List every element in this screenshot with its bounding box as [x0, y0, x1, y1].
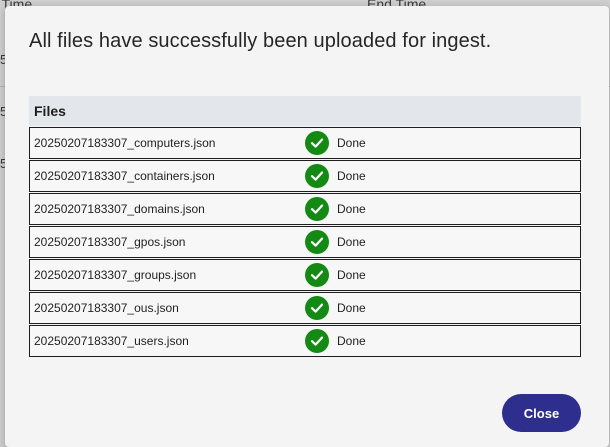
status-text: Done: [337, 235, 366, 249]
check-circle-icon: [305, 197, 329, 221]
file-name: 20250207183307_gpos.json: [34, 235, 186, 249]
status-text: Done: [337, 301, 366, 315]
table-header: Files: [29, 96, 581, 126]
file-name: 20250207183307_users.json: [34, 334, 189, 348]
file-name: 20250207183307_domains.json: [34, 202, 205, 216]
file-row: 20250207183307_ous.json Done: [29, 292, 581, 324]
check-circle-icon: [305, 131, 329, 155]
file-list: 20250207183307_computers.json Done 2025020…: [29, 127, 581, 357]
files-table: Files 20250207183307_computers.json Done 2…: [29, 96, 581, 358]
status-text: Done: [337, 202, 366, 216]
file-row: 20250207183307_containers.json Done: [29, 160, 581, 192]
status-text: Done: [337, 169, 366, 183]
check-circle-icon: [305, 329, 329, 353]
file-row: 20250207183307_computers.json Done: [29, 127, 581, 159]
check-circle-icon: [305, 296, 329, 320]
file-name: 20250207183307_containers.json: [34, 169, 215, 183]
status-text: Done: [337, 334, 366, 348]
upload-complete-dialog: All files have successfully been uploade…: [5, 6, 609, 447]
file-row: 20250207183307_gpos.json Done: [29, 226, 581, 258]
file-name: 20250207183307_ous.json: [34, 301, 179, 315]
status-text: Done: [337, 268, 366, 282]
close-button[interactable]: Close: [502, 394, 581, 432]
check-circle-icon: [305, 263, 329, 287]
status-text: Done: [337, 136, 366, 150]
file-row: 20250207183307_groups.json Done: [29, 259, 581, 291]
file-row: 20250207183307_users.json Done: [29, 325, 581, 357]
check-circle-icon: [305, 230, 329, 254]
file-name: 20250207183307_groups.json: [34, 268, 197, 282]
check-circle-icon: [305, 164, 329, 188]
file-name: 20250207183307_computers.json: [34, 136, 216, 150]
file-row: 20250207183307_domains.json Done: [29, 193, 581, 225]
dialog-title: All files have successfully been uploade…: [29, 30, 492, 52]
